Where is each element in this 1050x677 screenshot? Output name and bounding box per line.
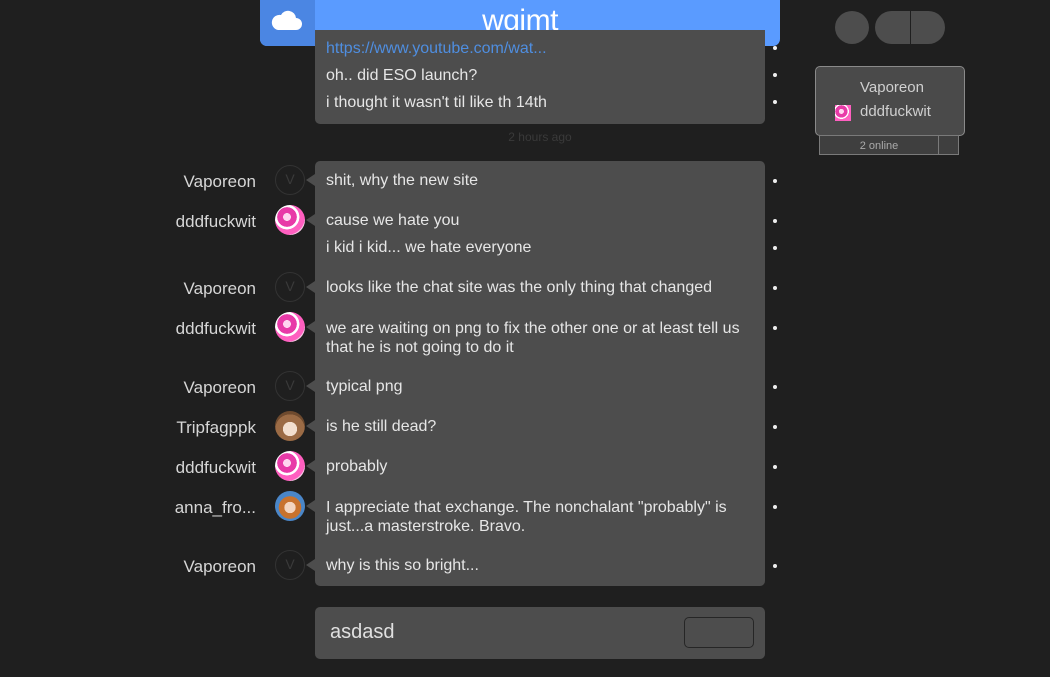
message-dot bbox=[773, 46, 777, 50]
message-composer bbox=[315, 607, 765, 659]
message-text: we are waiting on png to fix the other o… bbox=[326, 320, 740, 356]
message-group: I appreciate that exchange. The nonchala… bbox=[315, 487, 765, 547]
message-input[interactable] bbox=[330, 617, 670, 647]
message-text: is he still dead? bbox=[326, 418, 437, 435]
online-count-bar: 2 online bbox=[819, 135, 959, 155]
avatar[interactable] bbox=[275, 451, 305, 481]
message-text: cause we hate you bbox=[326, 212, 460, 229]
settings-button[interactable] bbox=[835, 11, 869, 44]
username[interactable]: dddfuckwit bbox=[0, 319, 256, 339]
message-text: looks like the chat site was the only th… bbox=[326, 279, 713, 296]
divider bbox=[938, 136, 939, 154]
message-group: looks like the chat site was the only th… bbox=[315, 268, 765, 309]
toggle-left-button[interactable] bbox=[875, 11, 910, 44]
message-text: I appreciate that exchange. The nonchala… bbox=[326, 499, 727, 535]
avatar[interactable]: V bbox=[275, 272, 305, 302]
username[interactable]: Vaporeon bbox=[0, 557, 256, 577]
avatar[interactable] bbox=[275, 491, 305, 521]
avatar[interactable]: V bbox=[275, 371, 305, 401]
message-group: typical png bbox=[315, 367, 765, 408]
avatar-pointer bbox=[306, 460, 315, 472]
avatar-pointer bbox=[306, 174, 315, 186]
avatar-pointer bbox=[306, 321, 315, 333]
time-separator: 2 hours ago bbox=[508, 130, 572, 144]
message-dot bbox=[773, 505, 777, 509]
online-user-avatar bbox=[835, 105, 851, 121]
message-text: i thought it wasn't til like th 14th bbox=[326, 94, 547, 111]
message-group: probably bbox=[315, 447, 765, 488]
username[interactable]: Vaporeon bbox=[0, 378, 256, 398]
send-button[interactable] bbox=[684, 617, 754, 648]
message-text: why is this so bright... bbox=[326, 557, 479, 574]
message-text: typical png bbox=[326, 378, 403, 395]
message-dot bbox=[773, 73, 777, 77]
avatar-pointer bbox=[306, 214, 315, 226]
message-text: i kid i kid... we hate everyone bbox=[326, 239, 532, 256]
avatar-pointer bbox=[306, 420, 315, 432]
username[interactable]: anna_fro... bbox=[0, 498, 256, 518]
message-dot bbox=[773, 100, 777, 104]
avatar[interactable] bbox=[275, 205, 305, 235]
message-dot bbox=[773, 286, 777, 290]
message-text: oh.. did ESO launch? bbox=[326, 67, 478, 84]
online-user[interactable]: Vaporeon bbox=[860, 79, 924, 96]
avatar-pointer bbox=[306, 559, 315, 571]
message-group: we are waiting on png to fix the other o… bbox=[315, 308, 765, 368]
avatar-pointer bbox=[306, 380, 315, 392]
message-group: shit, why the new site bbox=[315, 161, 765, 202]
message-dot bbox=[773, 326, 777, 330]
message-group: cause we hate you i kid i kid... we hate… bbox=[315, 201, 765, 269]
username[interactable]: dddfuckwit bbox=[0, 458, 256, 478]
username[interactable]: Vaporeon bbox=[0, 172, 256, 192]
message-dot bbox=[773, 246, 777, 250]
message-dot bbox=[773, 564, 777, 568]
avatar[interactable] bbox=[275, 411, 305, 441]
toggle-right-button[interactable] bbox=[911, 11, 945, 44]
online-count: 2 online bbox=[859, 140, 899, 152]
message-text: probably bbox=[326, 458, 388, 475]
online-users-panel: Vaporeon dddfuckwit bbox=[815, 66, 965, 136]
message-dot bbox=[773, 385, 777, 389]
avatar[interactable]: V bbox=[275, 165, 305, 195]
message-group: is he still dead? bbox=[315, 407, 765, 448]
avatar[interactable]: V bbox=[275, 550, 305, 580]
message-dot bbox=[773, 179, 777, 183]
message-link[interactable]: https://www.youtube.com/wat... bbox=[326, 40, 547, 58]
username[interactable]: Vaporeon bbox=[0, 279, 256, 299]
username[interactable]: Tripfagppk bbox=[0, 418, 256, 438]
online-user[interactable]: dddfuckwit bbox=[860, 103, 931, 120]
avatar-pointer bbox=[306, 500, 315, 512]
message-dot bbox=[773, 465, 777, 469]
message-dot bbox=[773, 425, 777, 429]
message-group: why is this so bright... bbox=[315, 546, 765, 586]
avatar[interactable] bbox=[275, 312, 305, 342]
avatar-pointer bbox=[306, 281, 315, 293]
message-text: shit, why the new site bbox=[326, 172, 479, 189]
message-dot bbox=[773, 219, 777, 223]
username[interactable]: dddfuckwit bbox=[0, 212, 256, 232]
message-group-previous: https://www.youtube.com/wat... oh.. did … bbox=[315, 30, 765, 124]
